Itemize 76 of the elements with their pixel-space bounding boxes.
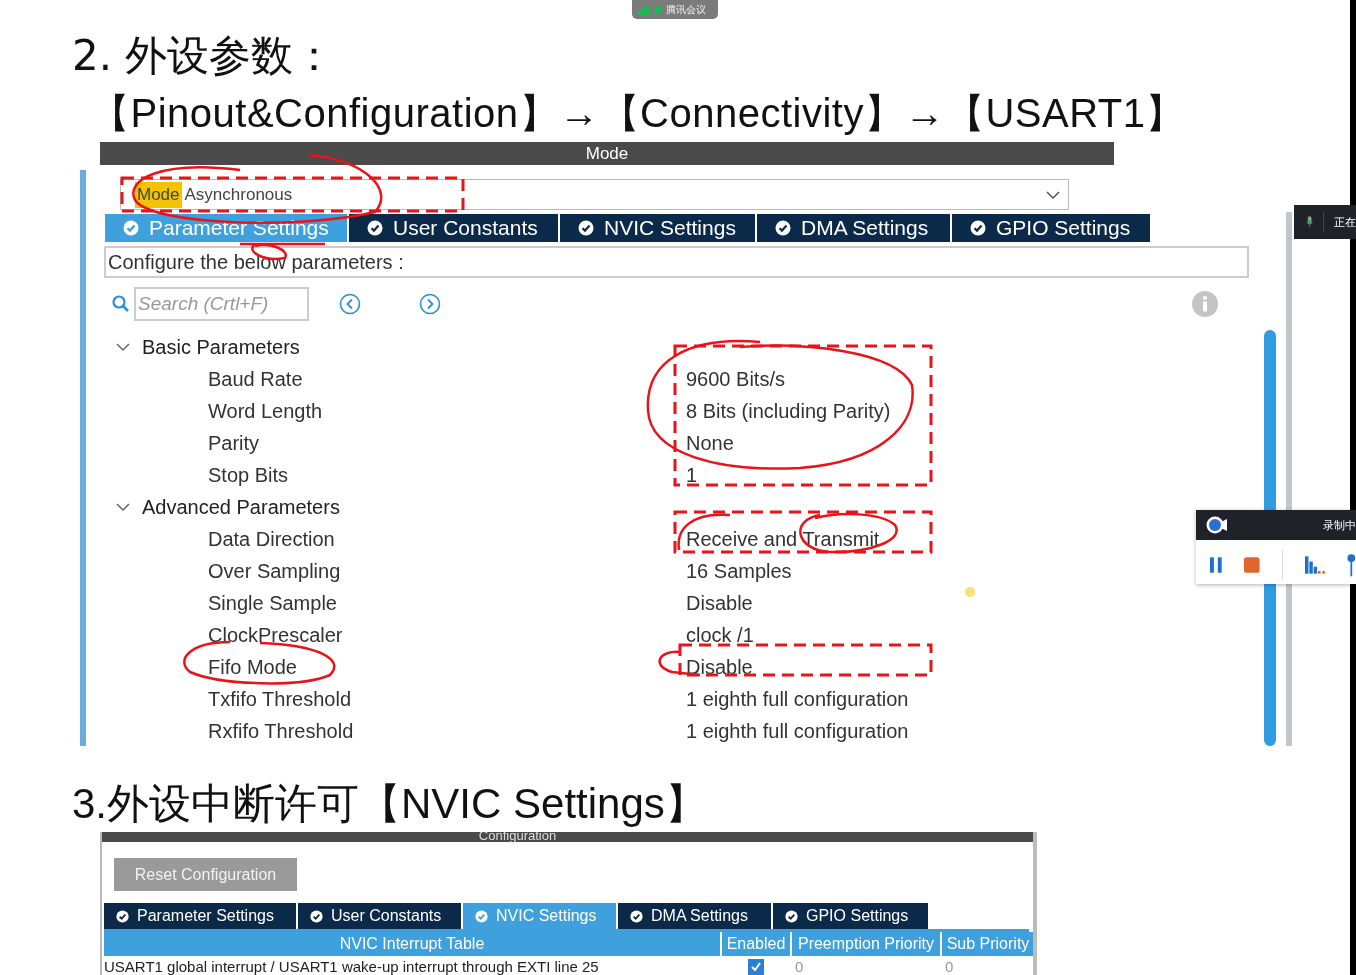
menu-path: 【Pinout&Configuration】→【Connectivity】→【USART1】	[90, 90, 1186, 137]
arrow-left-icon[interactable]	[339, 293, 361, 315]
tab[interactable]: DMA Settings	[618, 903, 773, 929]
status-text: 正在	[1334, 214, 1356, 230]
signal-icon	[638, 4, 650, 15]
parameter-value[interactable]: None	[686, 431, 734, 455]
tab[interactable]: Parameter Settings	[104, 903, 298, 929]
parameter-name: Txfifo Threshold	[208, 687, 352, 711]
parameter-value[interactable]: clock /1	[686, 623, 754, 647]
table-cell-text: 0	[794, 957, 805, 975]
tab[interactable]: DMA Settings	[757, 214, 952, 242]
check-circle-icon	[475, 909, 488, 923]
parameter-name: Parity	[208, 431, 260, 455]
parameter-name: Fifo Mode	[208, 655, 297, 679]
table-cell-text: USART1 global interrupt / USART1 wake-up interrupt through EXTI line 25	[104, 957, 600, 975]
recording-status: 录制中	[1323, 517, 1356, 533]
section-heading: 3.外设中断许可【NVIC Settings】	[72, 779, 707, 829]
mode-dropdown[interactable]: Mode Asynchronous	[120, 179, 1069, 210]
check-circle-icon	[123, 220, 139, 236]
group-label[interactable]: Basic Parameters	[142, 335, 300, 359]
parameter-value[interactable]: Disable	[686, 655, 753, 679]
column-header: Sub Priority	[942, 932, 1033, 956]
chevron-down-icon[interactable]	[116, 500, 130, 514]
check-circle-icon	[630, 909, 643, 923]
check-circle-icon	[310, 909, 323, 923]
cursor-dot	[965, 587, 975, 597]
stop-icon[interactable]	[1244, 556, 1260, 574]
chevron-down-icon	[1046, 190, 1060, 199]
check-circle-icon	[367, 220, 383, 236]
column-header: Enabled	[722, 932, 790, 956]
parameter-name: Word Length	[208, 399, 323, 423]
app-label: 腾讯会议	[666, 2, 706, 17]
camera-icon	[1206, 515, 1228, 535]
group-label[interactable]: Advanced Parameters	[142, 495, 340, 519]
mode-value: Asynchronous	[184, 184, 293, 205]
mode-label: Mode	[135, 181, 182, 208]
section-header: Mode	[100, 142, 1114, 165]
pause-icon[interactable]	[1210, 556, 1223, 574]
tab[interactable]: User Constants	[298, 903, 463, 929]
parameter-name: Baud Rate	[208, 367, 303, 391]
tab[interactable]: User Constants	[349, 214, 560, 242]
parameter-value[interactable]: 16 Samples	[686, 559, 792, 583]
tab[interactable]: GPIO Settings	[952, 214, 1152, 242]
column-header: Preemption Priority	[792, 932, 940, 956]
tab[interactable]: NVIC Settings	[560, 214, 757, 242]
search-field[interactable]: Search (Crtl+F)	[134, 287, 309, 321]
column-header: NVIC Interrupt Table	[104, 932, 720, 956]
parameter-value[interactable]: Disable	[686, 591, 753, 615]
pin-icon[interactable]	[1347, 552, 1356, 578]
checkbox[interactable]	[748, 959, 764, 975]
parameter-name: Over Sampling	[208, 559, 341, 583]
parameter-name: Rxfifo Threshold	[208, 719, 354, 743]
parameter-value[interactable]: Receive and Transmit	[686, 527, 880, 551]
bar-chart-icon[interactable]	[1304, 555, 1326, 575]
parameter-value[interactable]: 1	[686, 463, 698, 487]
parameter-value[interactable]: 9600 Bits/s	[686, 367, 785, 391]
arrow-right-icon[interactable]	[419, 293, 441, 315]
search-icon	[112, 295, 130, 313]
parameter-name: Stop Bits	[208, 463, 289, 487]
tab[interactable]: GPIO Settings	[773, 903, 930, 929]
microphone-icon	[1306, 214, 1314, 230]
parameter-value[interactable]: 8 Bits (including Parity)	[686, 399, 891, 423]
check-circle-icon	[578, 220, 594, 236]
parameter-value[interactable]: 1 eighth full configuration	[686, 719, 909, 743]
table-cell-text: 0	[944, 957, 955, 975]
chevron-down-icon[interactable]	[116, 340, 130, 354]
status-dot	[654, 5, 662, 14]
check-circle-icon	[970, 220, 986, 236]
parameter-name: Data Direction	[208, 527, 335, 551]
parameter-name: Single Sample	[208, 591, 337, 615]
check-circle-icon	[775, 220, 791, 236]
parameter-value[interactable]: 1 eighth full configuration	[686, 687, 909, 711]
section-heading: 2. 外设参数：	[72, 30, 336, 82]
check-circle-icon	[785, 909, 798, 923]
check-circle-icon	[116, 909, 129, 923]
parameter-name: ClockPrescaler	[208, 623, 343, 647]
